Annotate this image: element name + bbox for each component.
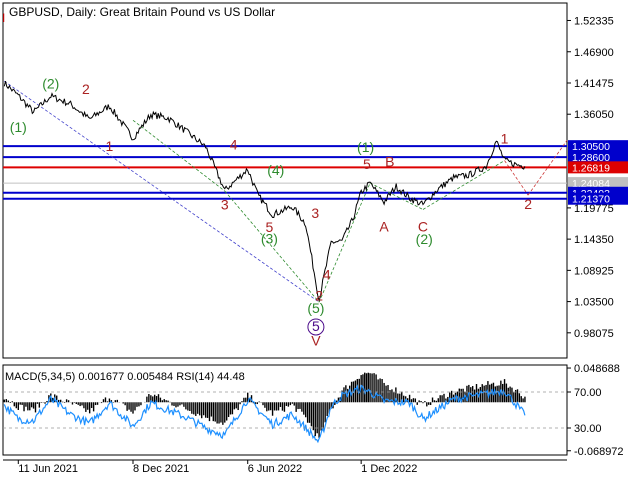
wave-label: (5): [307, 300, 324, 316]
wave-label: 1: [501, 130, 509, 146]
wave-label: (2): [416, 231, 433, 247]
wave-label: (4): [267, 162, 284, 178]
wave-label: 3: [311, 205, 319, 221]
indicator-tick-label: 0.048688: [574, 363, 620, 375]
wave-label: (1): [10, 119, 27, 135]
wave-label: 4: [323, 267, 331, 283]
wave-label: 2: [524, 196, 532, 212]
indicator-tick-label: 30.00: [574, 423, 602, 435]
chart-svg: 1.523351.469001.414751.360501.197751.143…: [0, 0, 640, 480]
price-tick-label: 0.98075: [574, 328, 614, 340]
time-tick-label: 8 Dec 2021: [133, 463, 189, 475]
indicator-tick-label: -0.068972: [574, 446, 624, 458]
time-tick-label: 11 Jun 2021: [18, 463, 78, 475]
price-tick-label: 1.14350: [574, 234, 614, 246]
wave-label: 3: [221, 196, 229, 212]
time-tick-label: 6 Jun 2022: [248, 463, 302, 475]
indicator-tick-label: 70.00: [574, 387, 602, 399]
wave-label: V: [311, 332, 321, 348]
wave-label: A: [379, 218, 389, 234]
wave-label: 5: [363, 156, 371, 172]
price-tick-label: 1.52335: [574, 15, 614, 27]
wave-label: 4: [230, 137, 238, 153]
wave-label: (3): [261, 230, 278, 246]
chart-background: [0, 0, 640, 480]
level-label: 1.26819: [572, 162, 610, 174]
wave-label: (1): [357, 139, 374, 155]
chart: 1.52335 1.46900 1.41475 1.36050 1.19775 1.143…: [0, 0, 640, 480]
wave-label: 1: [106, 138, 114, 154]
wave-label: (2): [42, 76, 59, 92]
price-tick-label: 1.36050: [574, 109, 614, 121]
indicator-label: MACD(5,34,5) 0.001677 0.005484 RSI(14) 4…: [5, 371, 245, 383]
price-tick-label: 1.46900: [574, 47, 614, 59]
price-tick-label: 1.03500: [574, 297, 614, 309]
price-tick-label: 1.08925: [574, 265, 614, 277]
wave-label: B: [385, 153, 394, 169]
wave-label: 2: [82, 81, 90, 97]
level-label: 1.21370: [572, 194, 610, 206]
price-tick-label: 1.41475: [574, 78, 614, 90]
time-tick-label: 1 Dec 2022: [361, 463, 417, 475]
corner-mark: I: [2, 11, 5, 25]
chart-title: GBPUSD, Daily: Great Britain Pound vs US…: [9, 5, 275, 19]
